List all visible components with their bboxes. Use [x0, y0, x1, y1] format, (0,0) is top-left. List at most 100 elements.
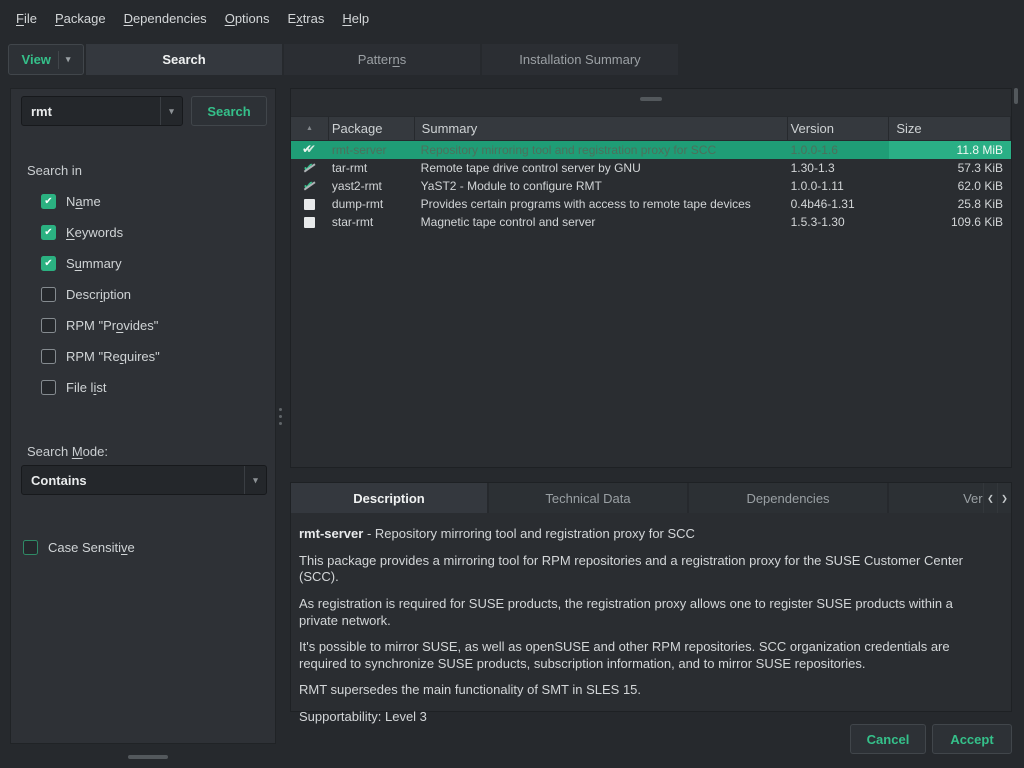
column-header-package[interactable]: Package	[329, 117, 415, 140]
package-name: tar-rmt	[329, 159, 415, 177]
horizontal-scrollbar-thumb[interactable]	[128, 755, 168, 759]
checked-checkbox-icon[interactable]: ✔	[41, 194, 56, 209]
case-sensitive-checkbox[interactable]: Case Sensitive	[23, 532, 135, 563]
tab-search[interactable]: Search	[86, 44, 282, 75]
view-tab-bar: View ▾ SearchPatternsInstallation Summar…	[0, 44, 1024, 75]
package-detail-panel: DescriptionTechnical DataDependenciesVer…	[290, 482, 1012, 712]
package-summary: Provides certain programs with access to…	[415, 195, 788, 213]
filter-checkbox-rpm-requires[interactable]: RPM "Requires"	[41, 341, 160, 372]
checkbox-label: Case Sensitive	[48, 540, 135, 555]
menu-file[interactable]: File	[7, 7, 46, 30]
menu-options[interactable]: Options	[216, 7, 279, 30]
checked-checkbox-icon[interactable]: ✔	[41, 256, 56, 271]
scroll-tabs-right-button[interactable]: ❯	[997, 483, 1011, 513]
accept-button[interactable]: Accept	[932, 724, 1012, 754]
search-mode-select[interactable]: Contains ▾	[21, 465, 267, 495]
status-cell[interactable]: ✔	[291, 177, 329, 195]
table-row[interactable]: ✔yast2-rmtYaST2 - Module to configure RM…	[291, 177, 1011, 195]
package-version: 1.0.0-1.6	[788, 141, 890, 159]
package-name: dump-rmt	[329, 195, 415, 213]
search-input-value: rmt	[31, 104, 52, 119]
search-row: rmt ▾ Search	[21, 96, 267, 126]
package-summary: YaST2 - Module to configure RMT	[415, 177, 788, 195]
menu-help[interactable]: Help	[333, 7, 378, 30]
menu-dependencies[interactable]: Dependencies	[115, 7, 216, 30]
search-sidebar: rmt ▾ Search Search in ✔Name✔Keywords✔Su…	[10, 88, 276, 744]
unchecked-checkbox-icon[interactable]	[41, 380, 56, 395]
scroll-tabs-left-button[interactable]: ❮	[983, 483, 997, 513]
detail-tab-technical-data[interactable]: Technical Data	[489, 483, 687, 513]
filter-checkbox-keywords[interactable]: ✔Keywords	[41, 217, 160, 248]
chevron-down-icon[interactable]: ▾	[160, 97, 182, 125]
tab-scroll-buttons: ❮ ❯	[983, 483, 1011, 513]
detail-tab-description[interactable]: Description	[291, 483, 487, 513]
checkbox-label: RPM "Provides"	[66, 318, 158, 333]
column-header-version[interactable]: Version	[788, 117, 890, 140]
package-summary: Magnetic tape control and server	[415, 213, 788, 231]
checked-checkbox-icon[interactable]: ✔	[41, 225, 56, 240]
package-version: 1.5.3-1.30	[788, 213, 890, 231]
filter-checkbox-file-list[interactable]: File list	[41, 372, 160, 403]
detail-tab-versions[interactable]: Versions	[889, 483, 985, 513]
unchecked-checkbox-icon[interactable]	[41, 349, 56, 364]
detail-tabs: DescriptionTechnical DataDependenciesVer…	[291, 483, 985, 513]
menu-extras[interactable]: Extras	[279, 7, 334, 30]
checkbox-label: Description	[66, 287, 131, 302]
horizontal-scrollbar-thumb[interactable]	[640, 97, 662, 101]
filter-checkbox-rpm-provides[interactable]: RPM "Provides"	[41, 310, 160, 341]
package-size: 109.6 KiB	[889, 213, 1011, 231]
table-row[interactable]: ✔tar-rmtRemote tape drive control server…	[291, 159, 1011, 177]
view-button-label: View	[22, 52, 51, 67]
status-cell[interactable]: ✔✔	[291, 141, 329, 159]
vertical-scrollbar-thumb[interactable]	[1014, 88, 1018, 104]
package-table-panel: ▲PackageSummaryVersionSize ✔✔rmt-serverR…	[290, 88, 1012, 468]
splitter-handle[interactable]	[279, 408, 282, 425]
filter-checkbox-description[interactable]: Description	[41, 279, 160, 310]
table-row[interactable]: ✔✔rmt-serverRepository mirroring tool an…	[291, 141, 1011, 159]
filter-checkbox-name[interactable]: ✔Name	[41, 186, 160, 217]
chevron-down-icon: ▾	[244, 466, 266, 494]
tab-installation-summary[interactable]: Installation Summary	[482, 44, 678, 75]
detail-tab-bar: DescriptionTechnical DataDependenciesVer…	[291, 483, 1011, 513]
package-size: 62.0 KiB	[889, 177, 1011, 195]
cancel-button[interactable]: Cancel	[850, 724, 926, 754]
description-title: rmt-server - Repository mirroring tool a…	[299, 526, 995, 543]
package-size: 11.8 MiB	[889, 141, 1011, 159]
not-installed-status-icon	[302, 215, 318, 230]
unchecked-checkbox-icon[interactable]	[41, 287, 56, 302]
column-header-summary[interactable]: Summary	[415, 117, 788, 140]
search-in-filter-list: ✔Name✔Keywords✔Summary Description RPM "Pr…	[41, 186, 160, 403]
description-paragraph: RMT supersedes the main functionality of…	[299, 682, 995, 699]
tab-patterns[interactable]: Patterns	[284, 44, 480, 75]
status-cell[interactable]	[291, 213, 329, 231]
unchecked-checkbox-icon[interactable]	[41, 318, 56, 333]
checkbox-label: RPM "Requires"	[66, 349, 160, 364]
status-cell[interactable]	[291, 195, 329, 213]
detail-tab-dependencies[interactable]: Dependencies	[689, 483, 887, 513]
keep-installed-status-icon: ✔	[302, 161, 318, 176]
filter-checkbox-summary[interactable]: ✔Summary	[41, 248, 160, 279]
description-paragraph: As registration is required for SUSE pro…	[299, 596, 995, 629]
package-version: 1.0.0-1.11	[788, 177, 890, 195]
package-description: rmt-server - Repository mirroring tool a…	[291, 513, 1011, 711]
column-header-status[interactable]: ▲	[291, 117, 329, 140]
package-size: 57.3 KiB	[889, 159, 1011, 177]
main-tabs: SearchPatternsInstallation Summary	[86, 44, 680, 75]
table-row[interactable]: star-rmtMagnetic tape control and server…	[291, 213, 1011, 231]
package-manager-window: FilePackageDependenciesOptionsExtrasHelp…	[0, 0, 1024, 36]
menu-package[interactable]: Package	[46, 7, 115, 30]
unchecked-checkbox-icon[interactable]	[23, 540, 38, 555]
table-row[interactable]: dump-rmtProvides certain programs with a…	[291, 195, 1011, 213]
column-header-size[interactable]: Size	[889, 117, 1011, 140]
package-version: 1.30-1.3	[788, 159, 890, 177]
view-button[interactable]: View ▾	[8, 44, 84, 75]
package-name: yast2-rmt	[329, 177, 415, 195]
description-paragraph: It's possible to mirror SUSE, as well as…	[299, 639, 995, 672]
not-installed-status-icon	[302, 197, 318, 212]
search-in-label: Search in	[27, 163, 82, 178]
status-cell[interactable]: ✔	[291, 159, 329, 177]
search-mode-value: Contains	[31, 473, 87, 488]
search-mode-label: Search Mode:	[27, 444, 108, 459]
search-button[interactable]: Search	[191, 96, 267, 126]
search-input[interactable]: rmt ▾	[21, 96, 183, 126]
